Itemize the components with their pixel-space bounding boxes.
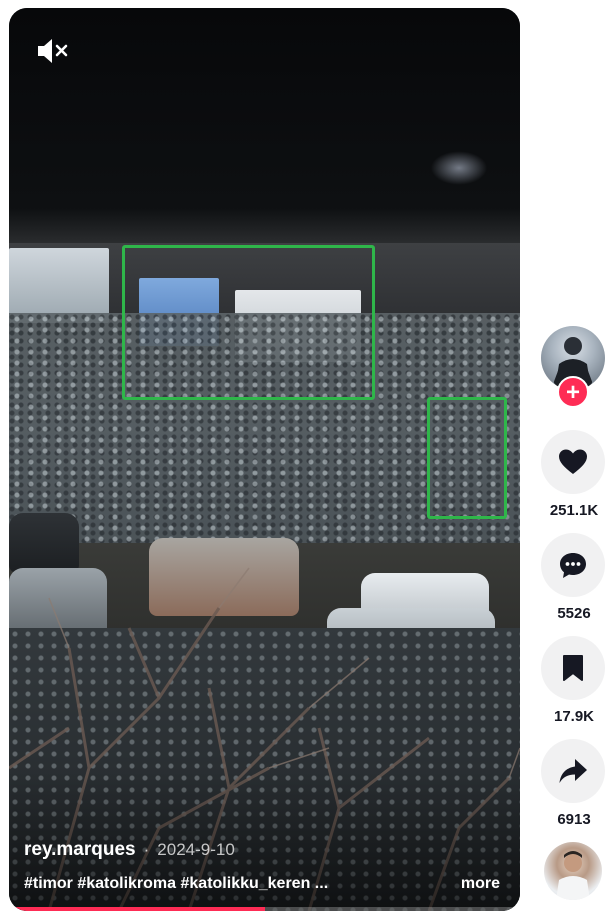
post-date: 2024-9-10 xyxy=(157,840,235,859)
video-progress-bar[interactable] xyxy=(9,907,520,911)
save-action: 17.9K xyxy=(541,636,607,725)
like-action: 251.1K xyxy=(541,430,607,519)
mute-button[interactable] xyxy=(35,36,69,66)
annotation-box-banners xyxy=(122,245,375,400)
comment-count: 5526 xyxy=(557,605,591,622)
author-name[interactable]: rey.marques xyxy=(24,839,136,861)
hashtags-line: #timor #katolikroma #katolikku_keren ...… xyxy=(24,875,500,893)
comment-button[interactable] xyxy=(541,533,605,597)
share-action: 6913 xyxy=(541,739,607,828)
separator-dot: · xyxy=(143,840,150,859)
video-progress-fill xyxy=(9,907,265,911)
hashtags[interactable]: #timor #katolikroma #katolikku_keren ... xyxy=(24,875,328,893)
like-count: 251.1K xyxy=(549,502,599,519)
annotation-box-right xyxy=(427,397,507,519)
video-feed-item: rey.marques · 2024-9-10 #timor #katolikr… xyxy=(0,0,610,919)
save-count: 17.9K xyxy=(553,708,595,725)
music-disc-image xyxy=(556,851,590,900)
speaker-muted-icon xyxy=(38,39,68,63)
video-caption: rey.marques · 2024-9-10 #timor #katolikr… xyxy=(24,839,500,893)
more-button[interactable]: more xyxy=(461,875,500,893)
comment-icon xyxy=(560,553,586,578)
save-button[interactable] xyxy=(541,636,605,700)
share-icon xyxy=(559,759,587,783)
heart-icon xyxy=(559,449,587,474)
comment-action: 5526 xyxy=(541,533,607,622)
creator-avatar-button[interactable]: + xyxy=(541,326,605,408)
video-player[interactable]: rey.marques · 2024-9-10 #timor #katolikr… xyxy=(9,8,520,911)
like-button[interactable] xyxy=(541,430,605,494)
follow-button[interactable]: + xyxy=(557,376,589,408)
author-line: rey.marques · 2024-9-10 xyxy=(24,839,500,861)
action-rail: + 251.1K 5526 17.9K 6913 xyxy=(541,326,607,900)
bookmark-icon xyxy=(563,655,583,681)
share-button[interactable] xyxy=(541,739,605,803)
music-disc-avatar[interactable] xyxy=(544,842,602,900)
share-count: 6913 xyxy=(557,811,591,828)
